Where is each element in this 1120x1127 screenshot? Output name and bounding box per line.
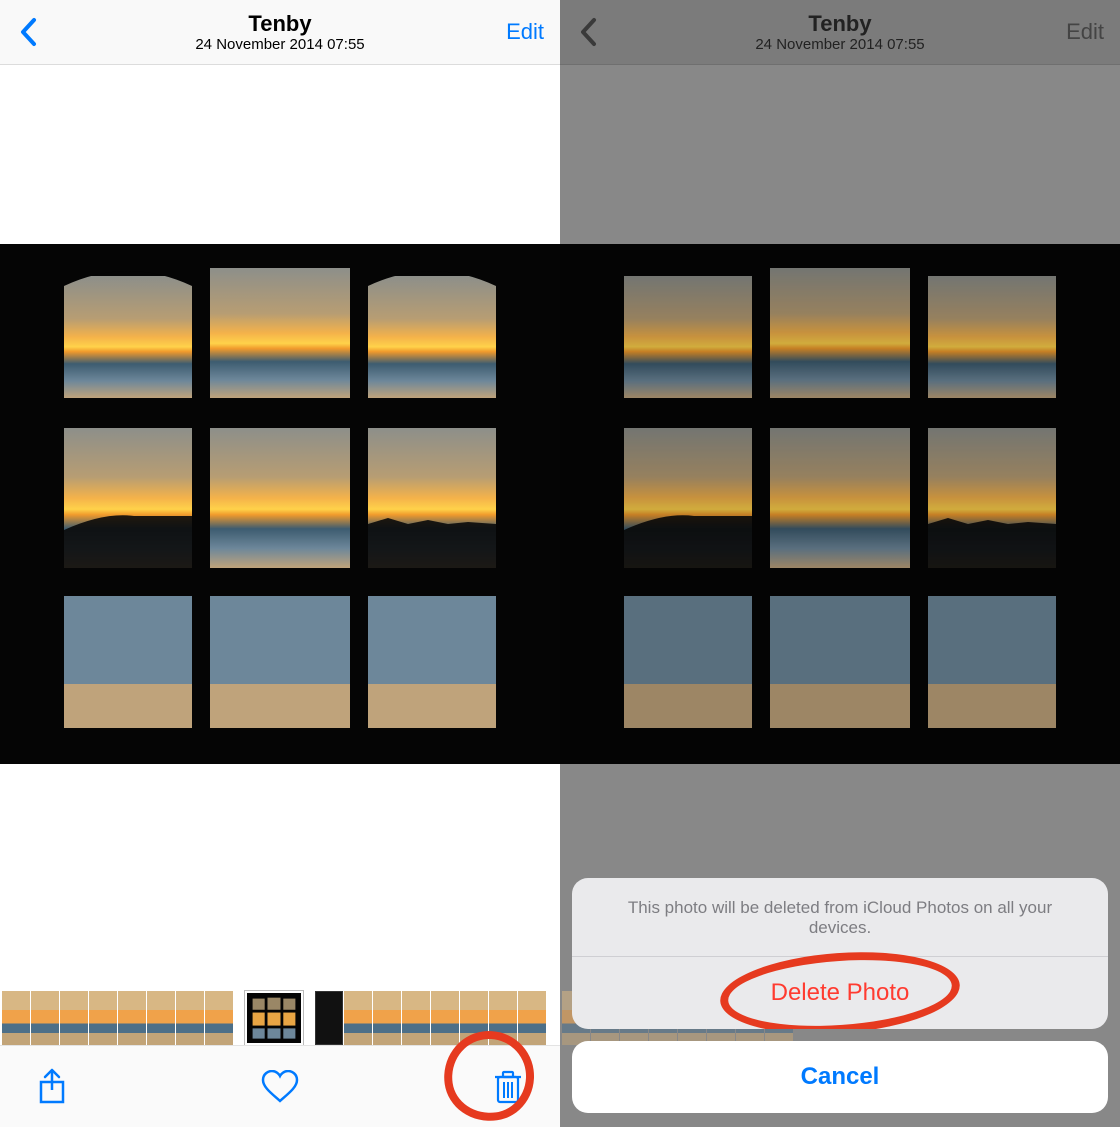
- thumbnail[interactable]: [89, 991, 117, 1045]
- trash-icon: [493, 1069, 523, 1105]
- thumbnail-strip[interactable]: [0, 991, 560, 1045]
- nav-title-location: Tenby: [195, 11, 364, 36]
- nav-title-location: Tenby: [755, 11, 924, 36]
- thumbnail[interactable]: [518, 991, 546, 1045]
- delete-photo-label: Delete Photo: [771, 979, 910, 1007]
- thumbnail[interactable]: [373, 991, 401, 1045]
- back-button[interactable]: [572, 15, 606, 49]
- thumbnail[interactable]: [489, 991, 517, 1045]
- thumbnail[interactable]: [176, 991, 204, 1045]
- delete-action-sheet: This photo will be deleted from iCloud P…: [572, 878, 1108, 1113]
- thumbnail[interactable]: [31, 991, 59, 1045]
- cancel-button[interactable]: Cancel: [572, 1041, 1108, 1113]
- thumbnail[interactable]: [60, 991, 88, 1045]
- heart-icon: [261, 1070, 299, 1104]
- thumbnail[interactable]: [402, 991, 430, 1045]
- nav-title: Tenby 24 November 2014 07:55: [195, 11, 364, 54]
- edit-button[interactable]: Edit: [1066, 19, 1104, 45]
- action-sheet-panel: This photo will be deleted from iCloud P…: [572, 878, 1108, 1029]
- chevron-left-icon: [19, 17, 39, 47]
- favorite-button[interactable]: [258, 1065, 302, 1109]
- thumbnail[interactable]: [205, 991, 233, 1045]
- photo-image: [0, 244, 560, 764]
- screen-photo-detail: Tenby 24 November 2014 07:55 Edit: [0, 0, 560, 1127]
- nav-title: Tenby 24 November 2014 07:55: [755, 11, 924, 54]
- nav-title-timestamp: 24 November 2014 07:55: [755, 36, 924, 53]
- bottom-toolbar: [0, 1045, 560, 1127]
- share-button[interactable]: [30, 1065, 74, 1109]
- thumbnail[interactable]: [118, 991, 146, 1045]
- thumbnail[interactable]: [147, 991, 175, 1045]
- screen-delete-sheet: Tenby 24 November 2014 07:55 Edit: [560, 0, 1120, 1127]
- delete-photo-button[interactable]: Delete Photo: [572, 957, 1108, 1029]
- photo-image: [560, 244, 1120, 764]
- chevron-left-icon: [579, 17, 599, 47]
- delete-button[interactable]: [486, 1065, 530, 1109]
- navbar: Tenby 24 November 2014 07:55 Edit: [560, 0, 1120, 65]
- navbar: Tenby 24 November 2014 07:55 Edit: [0, 0, 560, 65]
- thumbnail[interactable]: [315, 991, 343, 1045]
- thumbnail[interactable]: [460, 991, 488, 1045]
- thumbnail-selected[interactable]: [245, 991, 303, 1045]
- thumbnail[interactable]: [344, 991, 372, 1045]
- thumbnail[interactable]: [431, 991, 459, 1045]
- action-sheet-message: This photo will be deleted from iCloud P…: [572, 878, 1108, 957]
- nav-title-timestamp: 24 November 2014 07:55: [195, 36, 364, 53]
- back-button[interactable]: [12, 15, 46, 49]
- thumbnail[interactable]: [2, 991, 30, 1045]
- photo-viewer[interactable]: [0, 65, 560, 962]
- edit-button[interactable]: Edit: [506, 19, 544, 45]
- share-icon: [37, 1068, 67, 1106]
- photo-viewer: [560, 65, 1120, 962]
- cancel-label: Cancel: [801, 1063, 880, 1091]
